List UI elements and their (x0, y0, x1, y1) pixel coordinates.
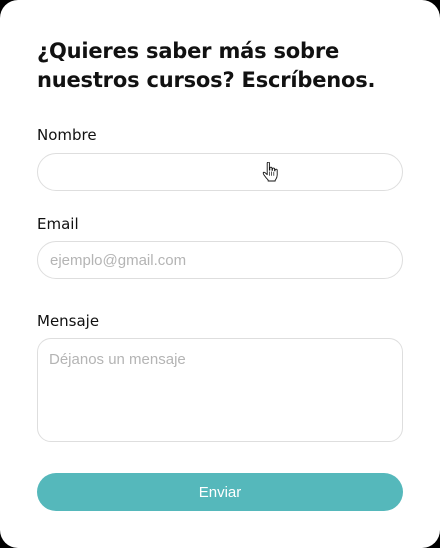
email-label: Email (37, 215, 79, 233)
mensaje-textarea[interactable] (37, 338, 403, 442)
enviar-button[interactable]: Enviar (37, 473, 403, 511)
form-title: ¿Quieres saber más sobre nuestros cursos… (37, 39, 376, 92)
email-input[interactable] (37, 241, 403, 279)
hand-pointer-icon (262, 162, 278, 182)
nombre-label: Nombre (37, 126, 97, 144)
contact-form-card: ¿Quieres saber más sobre nuestros cursos… (0, 0, 440, 548)
mensaje-label: Mensaje (37, 312, 100, 330)
nombre-input[interactable] (37, 153, 403, 191)
